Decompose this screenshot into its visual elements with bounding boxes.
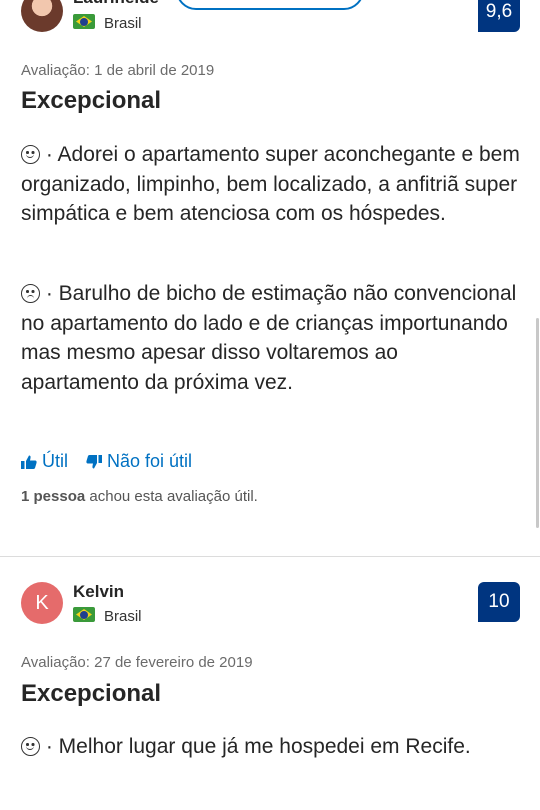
smiley-happy-icon [21, 145, 40, 164]
helpful-label: Útil [42, 451, 68, 471]
review-score-badge: 9,6 [478, 0, 520, 32]
review-negative-text: · Barulho de bicho de estimação não conv… [21, 282, 517, 394]
cut-off-button[interactable] [176, 0, 364, 10]
review-negative: · Barulho de bicho de estimação não conv… [21, 279, 521, 397]
not-helpful-button[interactable]: Não foi útil [86, 451, 192, 472]
brazil-flag-icon [73, 14, 95, 29]
review-positive-text: · Adorei o apartamento super aconchegant… [21, 143, 520, 225]
helpful-button[interactable]: Útil [21, 451, 68, 472]
reviewer-name: Kelvin [73, 582, 125, 601]
helpful-count: 1 pessoa achou esta avaliação útil. [21, 488, 258, 505]
brazil-flag-icon [73, 607, 95, 622]
avatar-letter: K [35, 591, 49, 614]
review-headline: Excepcional [21, 87, 162, 114]
reviewer-avatar [21, 0, 63, 32]
review-positive: · Melhor lugar que já me hospedei em Rec… [21, 732, 521, 762]
not-helpful-label: Não foi útil [107, 451, 193, 471]
thumbs-down-icon [86, 454, 102, 468]
review-score-badge: 10 [478, 582, 520, 622]
review-positive: · Adorei o apartamento super aconchegant… [21, 140, 521, 229]
reviewer-avatar: K [21, 582, 63, 624]
review-headline: Excepcional [21, 680, 162, 707]
review-divider [0, 556, 540, 557]
smiley-happy-icon [21, 737, 40, 756]
reviewer-country: Brasil [104, 608, 142, 625]
helpful-count-rest: achou esta avaliação útil. [85, 488, 258, 505]
review-positive-text: · Melhor lugar que já me hospedei em Rec… [45, 735, 471, 758]
smiley-sad-icon [21, 284, 40, 303]
reviewer-country: Brasil [104, 15, 142, 32]
reviewer-name: Laurineide [73, 0, 159, 8]
helpful-count-bold: 1 pessoa [21, 488, 86, 505]
review-date: Avaliação: 1 de abril de 2019 [21, 62, 215, 79]
review-date: Avaliação: 27 de fevereiro de 2019 [21, 654, 253, 671]
thumbs-up-icon [21, 455, 37, 469]
scrollbar[interactable] [536, 318, 539, 528]
